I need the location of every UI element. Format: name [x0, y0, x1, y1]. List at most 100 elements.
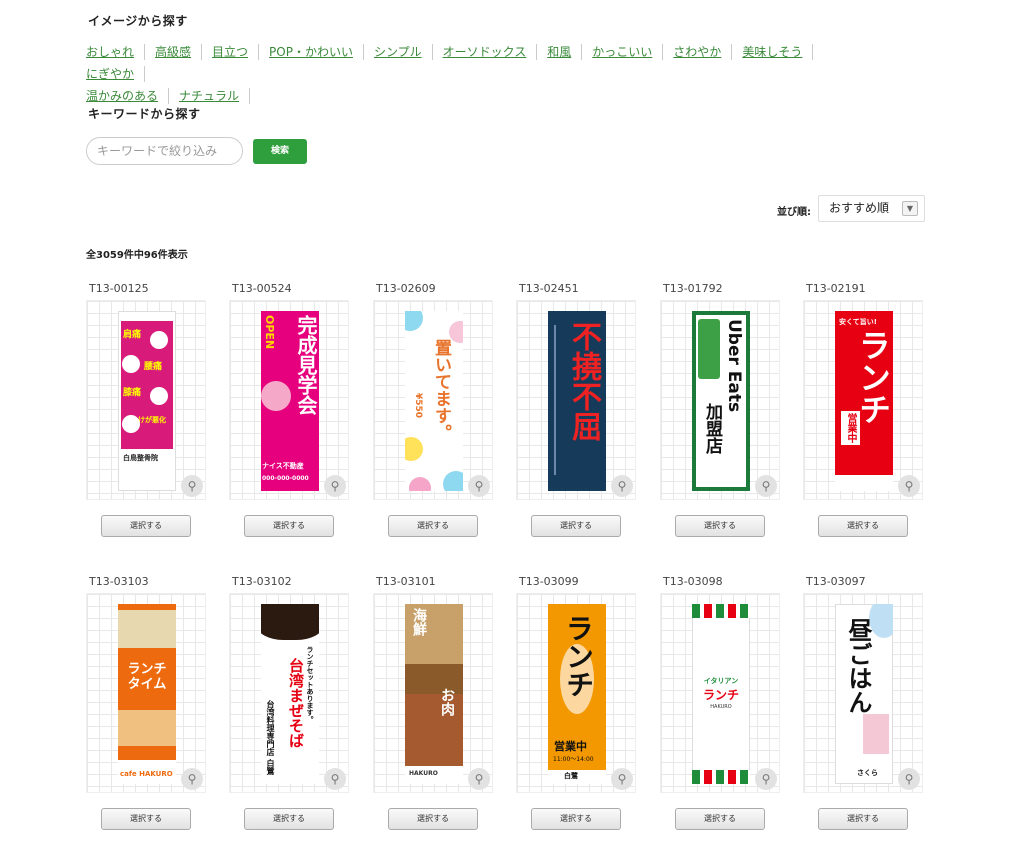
zoom-icon[interactable]: ⚲ — [611, 475, 633, 497]
product-thumbnail[interactable]: 肩痛 腰痛 膝痛 けが悪化 白鳥整骨院 ⚲ — [86, 300, 206, 500]
banner-text: 腰痛 — [144, 362, 163, 372]
banner-footer: 白鷺 — [564, 772, 578, 780]
search-button[interactable]: 検索 — [253, 139, 307, 164]
zoom-icon[interactable]: ⚲ — [324, 768, 346, 790]
image-tag-link[interactable]: 高級感 — [155, 44, 203, 60]
keyword-search-input[interactable] — [86, 137, 243, 165]
image-tag-link[interactable]: 温かみのある — [86, 88, 170, 104]
select-button[interactable]: 選択する — [101, 808, 191, 830]
banner-footer: 白鳥整骨院 — [123, 454, 158, 462]
product-id: T13-03099 — [519, 575, 579, 588]
image-tag-link[interactable]: ナチュラル — [179, 88, 251, 104]
select-button[interactable]: 選択する — [101, 515, 191, 537]
zoom-icon[interactable]: ⚲ — [898, 475, 920, 497]
product-card: T13-03098 イタリアン ランチ HAKURO ⚲ 選択する — [660, 575, 780, 830]
banner-text: 11:00〜14:00 — [553, 756, 594, 763]
select-button[interactable]: 選択する — [244, 808, 334, 830]
product-thumbnail[interactable]: ランチセットあります。 台湾まぜそば 台湾料理専門店 白鷺 ⚲ — [229, 593, 349, 793]
banner-text: ランチセットあります。 — [306, 646, 314, 723]
image-search-title: イメージから探す — [88, 14, 188, 28]
result-count: 全3059件中96件表示 — [86, 250, 188, 261]
banner-text: ランチ — [854, 329, 892, 425]
chevron-down-icon: ▼ — [902, 201, 918, 216]
banner-image: ランチタイム cafe HAKURO — [118, 604, 176, 784]
banner-footer: さくら — [857, 769, 878, 777]
product-id: T13-03103 — [89, 575, 149, 588]
select-button[interactable]: 選択する — [818, 515, 908, 537]
product-id: T13-03101 — [376, 575, 436, 588]
select-button[interactable]: 選択する — [818, 808, 908, 830]
product-thumbnail[interactable]: 不撓不屈 ⚲ — [516, 300, 636, 500]
image-tag-link[interactable]: にぎやか — [86, 66, 146, 82]
zoom-icon[interactable]: ⚲ — [324, 475, 346, 497]
product-card: T13-02451 不撓不屈 ⚲ 選択する — [516, 282, 636, 537]
product-thumbnail[interactable]: OPEN 完成見学会 ナイス不動産 000-000-0000 ⚲ — [229, 300, 349, 500]
banner-text: 海鮮 — [411, 608, 427, 636]
select-button[interactable]: 選択する — [388, 808, 478, 830]
banner-footer: HAKURO — [710, 704, 732, 710]
banner-text: 昼ごはん — [844, 618, 873, 714]
select-button[interactable]: 選択する — [388, 515, 478, 537]
sort-select[interactable]: おすすめ順 ▼ — [818, 195, 925, 222]
banner-phone: 000-000-0000 — [262, 475, 309, 482]
product-thumbnail[interactable]: 置いてます。 ¥550 ⚲ — [373, 300, 493, 500]
banner-text: 肩痛 — [123, 330, 142, 340]
image-tag-link[interactable]: オーソドックス — [443, 44, 538, 60]
product-id: T13-03102 — [232, 575, 292, 588]
banner-text: Uber Eats — [724, 319, 744, 413]
image-tag-link[interactable]: POP・かわいい — [269, 44, 364, 60]
product-card: T13-02609 置いてます。 ¥550 ⚲ 選択する — [373, 282, 493, 537]
zoom-icon[interactable]: ⚲ — [755, 768, 777, 790]
product-id: T13-00524 — [232, 282, 292, 295]
banner-text: OPEN — [263, 315, 276, 350]
banner-image: Uber Eats 加盟店 — [692, 311, 750, 491]
image-tag-link[interactable]: 目立つ — [212, 44, 260, 60]
banner-text: けが悪化 — [138, 416, 166, 424]
banner-text: 台湾まぜそば — [287, 658, 305, 748]
image-tag-link[interactable]: かっこいい — [592, 44, 664, 60]
select-button[interactable]: 選択する — [531, 515, 621, 537]
banner-image: 不撓不屈 — [548, 311, 606, 491]
image-tag-link[interactable]: 和風 — [547, 44, 583, 60]
product-card: T13-03099 ランチ 営業中 11:00〜14:00 白鷺 ⚲ 選択する — [516, 575, 636, 830]
zoom-icon[interactable]: ⚲ — [181, 475, 203, 497]
product-card: T13-00125 肩痛 腰痛 膝痛 けが悪化 白鳥整骨院 ⚲ 選択する — [86, 282, 206, 537]
banner-footer: HAKURO — [409, 770, 438, 777]
product-thumbnail[interactable]: ランチタイム cafe HAKURO ⚲ — [86, 593, 206, 793]
product-card: T13-03097 昼ごはん さくら ⚲ 選択する — [803, 575, 923, 830]
keyword-search-title: キーワードから探す — [88, 107, 201, 121]
product-thumbnail[interactable]: Uber Eats 加盟店 ⚲ — [660, 300, 780, 500]
banner-footer: cafe HAKURO — [120, 770, 173, 778]
product-card: T13-00524 OPEN 完成見学会 ナイス不動産 000-000-0000… — [229, 282, 349, 537]
zoom-icon[interactable]: ⚲ — [181, 768, 203, 790]
banner-image: ランチ 営業中 11:00〜14:00 白鷺 — [548, 604, 606, 784]
image-tag-link[interactable]: さわやか — [673, 44, 733, 60]
image-tag-link[interactable]: シンプル — [374, 44, 433, 60]
product-id: T13-01792 — [663, 282, 723, 295]
product-thumbnail[interactable]: 安くて旨い! ランチ 営業中 ⚲ — [803, 300, 923, 500]
product-thumbnail[interactable]: ランチ 営業中 11:00〜14:00 白鷺 ⚲ — [516, 593, 636, 793]
banner-text: ランチタイム — [127, 662, 167, 692]
product-card: T13-02191 安くて旨い! ランチ 営業中 ⚲ 選択する — [803, 282, 923, 537]
zoom-icon[interactable]: ⚲ — [611, 768, 633, 790]
select-button[interactable]: 選択する — [531, 808, 621, 830]
sort-label: 並び順: — [777, 207, 811, 218]
banner-text: イタリアン — [703, 677, 739, 685]
zoom-icon[interactable]: ⚲ — [898, 768, 920, 790]
select-button[interactable]: 選択する — [675, 808, 765, 830]
image-tag-link[interactable]: おしゃれ — [86, 44, 146, 60]
product-thumbnail[interactable]: イタリアン ランチ HAKURO ⚲ — [660, 593, 780, 793]
banner-text: 置いてます。 — [431, 339, 451, 441]
select-button[interactable]: 選択する — [244, 515, 334, 537]
select-button[interactable]: 選択する — [675, 515, 765, 537]
banner-image: 海鮮 お肉 HAKURO — [405, 604, 463, 784]
image-tag-link[interactable]: 美味しそう — [742, 44, 814, 60]
banner-text: お肉 — [439, 688, 455, 716]
product-thumbnail[interactable]: 昼ごはん さくら ⚲ — [803, 593, 923, 793]
zoom-icon[interactable]: ⚲ — [468, 768, 490, 790]
zoom-icon[interactable]: ⚲ — [468, 475, 490, 497]
banner-text: 営業中 — [841, 411, 860, 445]
product-thumbnail[interactable]: 海鮮 お肉 HAKURO ⚲ — [373, 593, 493, 793]
banner-footer: ナイス不動産 — [262, 462, 304, 470]
zoom-icon[interactable]: ⚲ — [755, 475, 777, 497]
